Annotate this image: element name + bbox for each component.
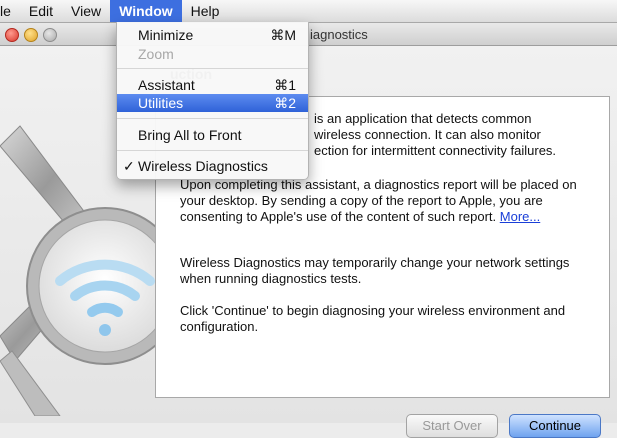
utilities-label: Utilities (138, 95, 184, 111)
intro-line-3: ection for intermittent connectivity fai… (314, 143, 557, 158)
close-window-button[interactable] (5, 28, 19, 42)
menu-item-minimize[interactable]: Minimize ⌘M (117, 26, 308, 44)
menu-item-zoom[interactable]: Zoom (117, 45, 308, 63)
zoom-label: Zoom (138, 46, 174, 62)
menu-window[interactable]: Window (110, 0, 182, 22)
assistant-label: Assistant (138, 77, 195, 93)
minimize-label: Minimize (138, 27, 194, 43)
menu-separator (117, 68, 308, 69)
menu-item-assistant[interactable]: Assistant ⌘1 (117, 76, 308, 94)
utilities-shortcut: ⌘2 (274, 95, 296, 111)
network-settings-paragraph: Wireless Diagnostics may temporarily cha… (180, 255, 570, 286)
menu-view[interactable]: View (62, 0, 110, 22)
window-title: iagnostics (310, 27, 368, 42)
menu-edit[interactable]: Edit (20, 0, 62, 22)
wireless-diagnostics-label: Wireless Diagnostics (138, 158, 268, 174)
menu-help[interactable]: Help (182, 0, 229, 22)
start-over-button[interactable]: Start Over (406, 414, 498, 438)
checkmark-icon: ✓ (123, 158, 135, 174)
continue-button[interactable]: Continue (509, 414, 601, 438)
window-menu-dropdown: Minimize ⌘M Zoom Assistant ⌘1 Utilities … (116, 22, 309, 180)
menu-separator (117, 150, 308, 151)
zoom-window-button[interactable] (43, 28, 57, 42)
menu-item-wireless-diagnostics[interactable]: ✓ Wireless Diagnostics (117, 157, 308, 175)
minimize-window-button[interactable] (24, 28, 38, 42)
assistant-shortcut: ⌘1 (274, 77, 296, 93)
report-paragraph: Upon completing this assistant, a diagno… (180, 177, 590, 225)
continue-instructions-paragraph: Click 'Continue' to begin diagnosing you… (180, 303, 566, 334)
intro-line-1: is an application that detects common (314, 111, 532, 126)
menu-separator (117, 118, 308, 119)
more-link[interactable]: More... (500, 209, 540, 224)
intro-paragraph: is an application that detects common wi… (314, 111, 584, 159)
intro-line-2: wireless connection. It can also monitor (314, 127, 541, 142)
menu-file[interactable]: le (0, 0, 20, 22)
menu-item-utilities[interactable]: Utilities ⌘2 (117, 94, 308, 112)
bring-all-label: Bring All to Front (138, 127, 242, 143)
menu-item-bring-all-to-front[interactable]: Bring All to Front (117, 126, 308, 144)
minimize-shortcut: ⌘M (270, 27, 296, 43)
menu-bar: le Edit View Window Help (0, 0, 617, 23)
